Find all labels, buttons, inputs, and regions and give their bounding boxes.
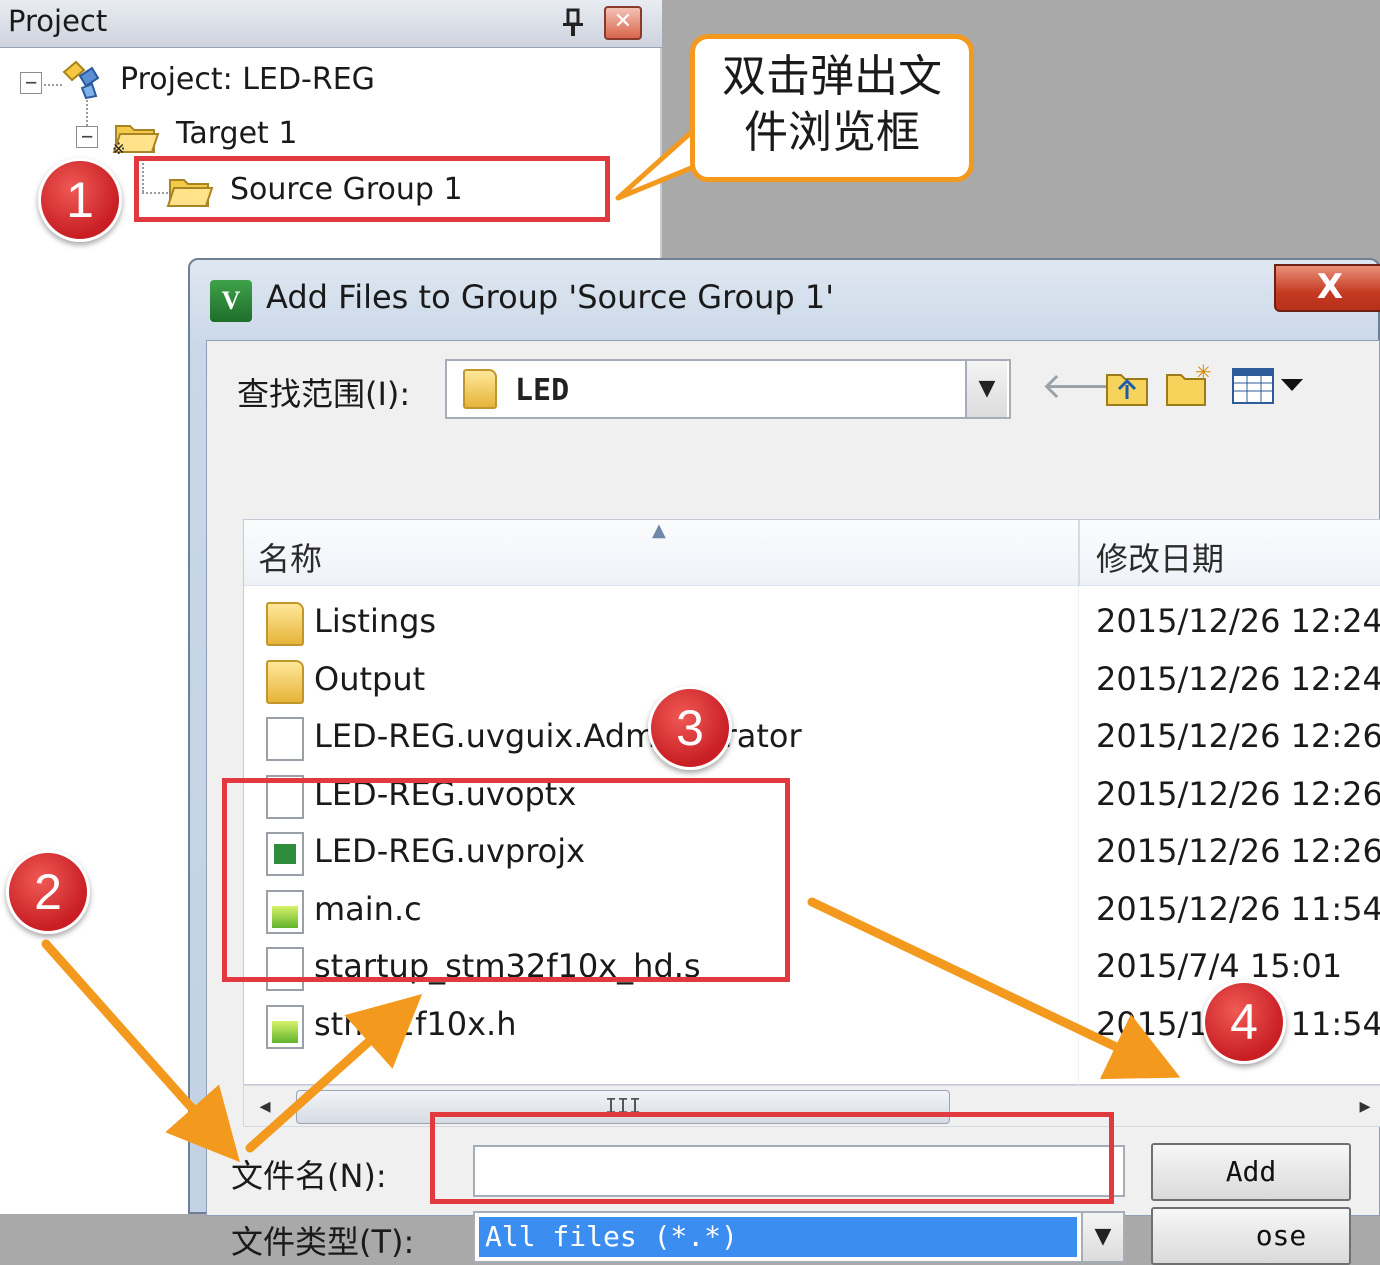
file-date: 2015/12/26 12:26 <box>1096 717 1380 755</box>
filetype-combo[interactable]: All files (*.*) ▼ <box>473 1211 1125 1263</box>
step-badge-1: 1 <box>38 158 122 242</box>
target-folder-icon: ※ <box>110 116 160 158</box>
svg-text:※: ※ <box>112 139 125 156</box>
callout-line: 双击弹出文 <box>722 51 942 102</box>
filetype-label: 文件类型(T): <box>231 1223 415 1261</box>
collapse-target-toggle[interactable]: − <box>76 126 98 148</box>
file-date: 2015/12/26 12:24 <box>1096 602 1380 640</box>
collapse-project-toggle[interactable]: − <box>20 72 42 94</box>
tree-item-project[interactable]: Project: LED-REG <box>120 62 375 97</box>
look-in-dropdown-button[interactable]: ▼ <box>965 361 1007 417</box>
file-name: Output <box>314 659 426 698</box>
step-badge-3: 3 <box>648 686 732 770</box>
folder-icon <box>266 659 304 704</box>
up-folder-icon[interactable] <box>1105 367 1149 407</box>
file-name: Listings <box>314 602 437 640</box>
new-folder-icon[interactable]: ✳ <box>1165 360 1215 407</box>
column-header-name[interactable]: 名称 <box>258 534 322 580</box>
file-list-header: 名称 ▲ 修改日期 <box>244 520 1380 586</box>
project-pane-header: Project ✕ <box>0 0 662 48</box>
project-pane-title: Project <box>8 4 108 38</box>
svg-text:✳: ✳ <box>1195 361 1212 384</box>
callout-bubble: 双击弹出文 件浏览框 <box>690 34 974 182</box>
file-date: 2015/12/26 12:26 <box>1096 774 1380 813</box>
back-arrow-icon[interactable]: 🡐 <box>1041 363 1138 411</box>
filename-label: 文件名(N): <box>231 1157 387 1195</box>
uvision-app-icon: V <box>210 280 252 322</box>
callout-text: 双击弹出文 件浏览框 <box>705 49 959 161</box>
folder-icon <box>266 602 304 646</box>
close-button[interactable]: ose <box>1151 1207 1351 1265</box>
file-row[interactable]: Output 2015/12/26 12:24 <box>244 654 1380 711</box>
folder-icon <box>463 369 497 409</box>
add-button[interactable]: Add <box>1151 1143 1351 1201</box>
dialog-close-button[interactable]: X <box>1274 264 1380 312</box>
highlight-source-group <box>134 156 610 222</box>
file-date: 2015/12/26 11:54 <box>1096 889 1380 928</box>
scroll-left-arrow-icon[interactable]: ◂ <box>252 1092 278 1122</box>
source-file-icon <box>266 1004 304 1049</box>
add-files-dialog: V Add Files to Group 'Source Group 1' X … <box>188 258 1380 1265</box>
tree-item-target[interactable]: Target 1 <box>176 116 297 151</box>
file-row[interactable]: Listings 2015/12/26 12:24 <box>244 596 1380 653</box>
look-in-combo[interactable]: LED ▼ <box>445 359 1011 419</box>
column-header-date[interactable]: 修改日期 <box>1096 534 1224 580</box>
scroll-right-arrow-icon[interactable]: ▸ <box>1352 1092 1378 1122</box>
file-date: 2015/12/26 12:26 <box>1096 832 1380 870</box>
column-divider[interactable] <box>1078 520 1080 586</box>
filetype-value: All files (*.*) <box>479 1217 1077 1257</box>
dialog-title: Add Files to Group 'Source Group 1' <box>266 278 835 316</box>
filetype-dropdown-button[interactable]: ▼ <box>1081 1213 1123 1261</box>
look-in-value: LED <box>515 373 570 408</box>
file-date: 2015/12/26 12:24 <box>1096 659 1380 698</box>
highlight-filetype <box>430 1112 1114 1204</box>
file-row[interactable]: LED-REG.uvguix.Administrator 2015/12/26 1… <box>244 711 1380 768</box>
pane-close-button[interactable]: ✕ <box>604 6 642 40</box>
callout-line: 件浏览框 <box>744 107 920 158</box>
highlight-source-files <box>222 778 790 982</box>
look-in-label: 查找范围(I): <box>237 375 411 413</box>
file-name: stm32f10x.h <box>314 1004 517 1043</box>
file-icon <box>266 717 304 761</box>
file-date: 2015/7/4 15:01 <box>1096 947 1343 985</box>
step-badge-2: 2 <box>6 850 90 934</box>
view-menu-icon[interactable] <box>1231 367 1311 407</box>
pin-icon[interactable] <box>560 8 586 38</box>
project-icon <box>58 58 102 102</box>
tree-line <box>86 100 88 126</box>
sort-ascending-icon: ▲ <box>652 520 666 541</box>
step-badge-4: 4 <box>1202 980 1286 1064</box>
